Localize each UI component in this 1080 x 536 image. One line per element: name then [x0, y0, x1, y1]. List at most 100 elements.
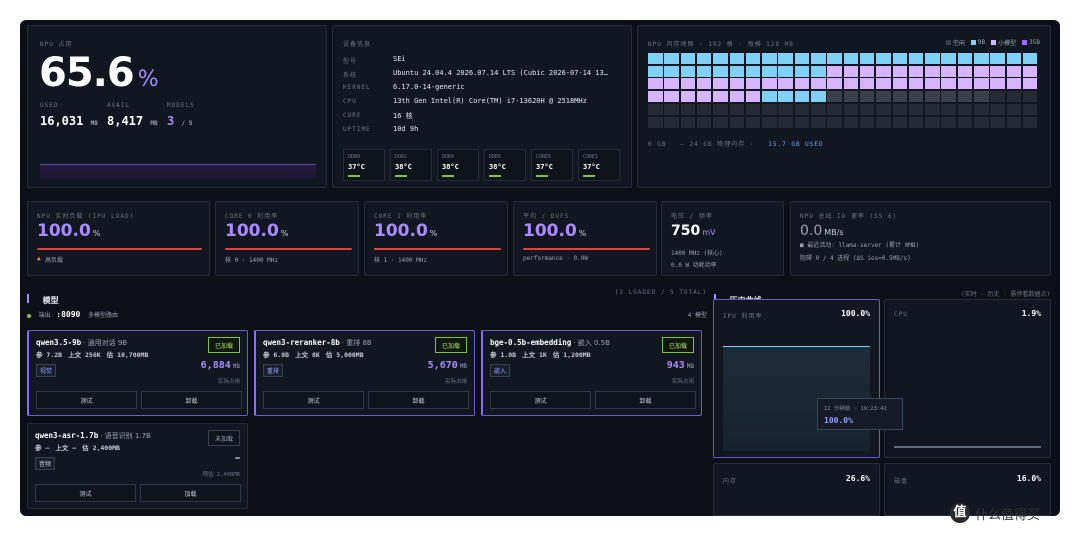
- memory-cell: [680, 103, 696, 115]
- device-value: 16 核: [393, 112, 413, 120]
- memory-cell: [843, 116, 859, 128]
- test-button[interactable]: 测试: [36, 391, 137, 409]
- device-value: SEi: [393, 55, 406, 63]
- unload-button[interactable]: 卸载: [368, 391, 469, 409]
- unload-button[interactable]: 卸载: [595, 391, 696, 409]
- temp-sensor-bar: [395, 175, 407, 177]
- avail-value: 8,417 MB: [107, 114, 158, 128]
- memory-cell: [941, 91, 956, 103]
- device-key: CORE: [343, 112, 362, 119]
- device-key: 型号: [343, 58, 358, 65]
- memory-cell: [1006, 116, 1022, 128]
- io-recent: ■ 最近活动: llama-server (累计 0MB): [800, 242, 920, 249]
- mem-history-chart[interactable]: 内存 26.6%: [713, 463, 880, 516]
- memory-cell: [745, 78, 761, 90]
- memory-cell: [1006, 103, 1022, 115]
- memory-cell: [713, 78, 728, 90]
- port-row: 端出 :8090 多模型路由 4 模型: [27, 310, 707, 320]
- unload-button[interactable]: 卸载: [141, 391, 242, 409]
- device-key: UPTIME: [343, 126, 371, 133]
- memory-cell: [843, 65, 859, 77]
- model-status-button[interactable]: 已加载: [661, 337, 694, 353]
- temp-sensor-value: 38°C: [442, 163, 459, 171]
- memory-cell: [925, 65, 940, 77]
- memory-cell: [762, 91, 777, 103]
- memory-cell: [990, 65, 1005, 77]
- memory-cell: [778, 78, 793, 90]
- model-used-label: 实际占用: [217, 379, 240, 385]
- memory-cell: [745, 103, 761, 115]
- model-status-button[interactable]: 已加载: [207, 337, 240, 353]
- memory-cell: [957, 103, 973, 115]
- legend-swatch: [945, 40, 951, 45]
- model-status-button[interactable]: 已加载: [434, 337, 467, 353]
- memory-cell: [957, 116, 973, 128]
- stat-sub: 核 0 · 1400 MHz: [225, 257, 278, 264]
- memory-cell: [1022, 103, 1038, 115]
- memory-cell: [859, 91, 875, 103]
- legend-item: 小模型: [991, 38, 1016, 47]
- test-button[interactable]: 测试: [35, 484, 136, 502]
- cpu-chart-line: [894, 446, 1041, 448]
- load-button[interactable]: 加载: [140, 484, 241, 502]
- model-used: 5,670 MB: [427, 360, 467, 371]
- model-name-row: qwen3.5-9b · 通用对话 9B: [36, 338, 127, 348]
- memory-cell: [957, 78, 973, 90]
- memory-cell: [664, 103, 679, 115]
- dashboard-window: NPU 占用 65.6% USED 16,031 MB AVAIL 8,417 …: [20, 20, 1060, 516]
- memory-cell: [762, 78, 777, 90]
- memory-cell: [876, 78, 891, 90]
- memory-cell: [778, 116, 793, 128]
- model-card: qwen3.5-9b · 通用对话 9B 参 7.2B 上文 256K 估 10,700…: [27, 330, 248, 416]
- memory-cell: [827, 103, 842, 115]
- stat-panel: CORE 0 利用率 100.0% 核 0 · 1400 MHz: [215, 201, 359, 276]
- device-value: 13th Gen Intel(R) Core(TM) i7-13620H @ 2…: [393, 97, 587, 105]
- model-status-button[interactable]: 未加载: [207, 430, 240, 446]
- memory-cell: [974, 91, 989, 103]
- model-meta: 参 1.0B 上文 1K 估 1,200MB: [490, 351, 591, 359]
- io-panel: NPU 总线 IO 速率 (SS 6) 0.0 MB/s ■ 最近活动: llam…: [790, 201, 1051, 276]
- memory-cell: [859, 53, 875, 64]
- memory-cell: [696, 91, 712, 103]
- stat-sub: 核 1 · 1400 MHz: [374, 257, 427, 264]
- memory-cell: [664, 65, 679, 77]
- memory-cell: [778, 103, 793, 115]
- temp-sensor-name: DDR5: [489, 154, 502, 160]
- memory-cell: [696, 65, 712, 77]
- memory-cell: [892, 65, 908, 77]
- memory-cell: [745, 116, 761, 128]
- power-freq: 1400 MHz (核心): [671, 250, 723, 257]
- npu-percent-unit: %: [137, 67, 159, 92]
- memory-cell: [713, 91, 728, 103]
- memory-cell: [876, 91, 891, 103]
- stat-panel: 平均 / DVFS 100.0% performance · 0.0W: [513, 201, 657, 276]
- history-meta: (实时 · 历史 · 悬停看数据点): [961, 291, 1050, 298]
- legend-label: 35B: [1029, 39, 1040, 46]
- memory-cell: [941, 103, 956, 115]
- memory-cell: [762, 103, 777, 115]
- memory-cell: [1006, 78, 1022, 90]
- memory-cell: [648, 116, 663, 128]
- memory-cell: [892, 91, 908, 103]
- memory-cell: [925, 103, 940, 115]
- memory-cell: [892, 78, 908, 90]
- device-title: 设备信息: [343, 41, 372, 48]
- memory-cell: [664, 78, 679, 90]
- memory-cell: [648, 65, 663, 77]
- npu-percent-value: 65.6: [39, 50, 135, 96]
- memory-cell: [648, 53, 663, 64]
- ipu-history-chart[interactable]: IPU 利用率 100.0%: [713, 299, 880, 458]
- memory-cell: [925, 91, 940, 103]
- test-button[interactable]: 测试: [490, 391, 591, 409]
- stat-bar: [523, 248, 650, 250]
- models-summary: (3 LOADED / 5 TOTAL): [614, 289, 707, 296]
- legend-label: 9B: [977, 39, 986, 46]
- power-watts: 0.0 W 功耗功率: [671, 262, 717, 269]
- stat-value: 100.0%: [374, 221, 438, 241]
- temp-sensor-name: DDR2: [395, 154, 408, 160]
- test-button[interactable]: 测试: [263, 391, 364, 409]
- memory-cell: [811, 91, 826, 103]
- cpu-history-chart[interactable]: CPU 1.9%: [884, 299, 1051, 458]
- stat-label: CORE 0 利用率: [225, 213, 279, 220]
- model-used: 6,884 MB: [200, 360, 240, 371]
